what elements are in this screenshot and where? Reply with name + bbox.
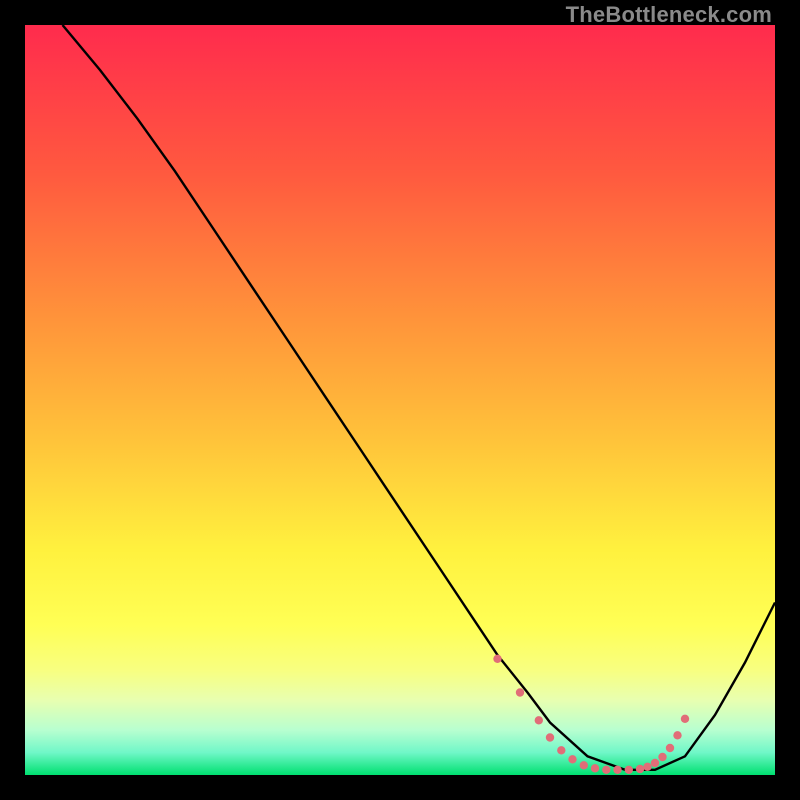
gradient-background <box>25 25 775 775</box>
flat-zone-dot <box>673 731 681 739</box>
flat-zone-dot <box>591 764 599 772</box>
flat-zone-dot <box>625 766 633 774</box>
flat-zone-dot <box>535 716 543 724</box>
bottleneck-chart <box>25 25 775 775</box>
flat-zone-dot <box>568 755 576 763</box>
chart-frame <box>25 25 775 775</box>
flat-zone-dot <box>546 733 554 741</box>
flat-zone-dot <box>681 715 689 723</box>
flat-zone-dot <box>493 655 501 663</box>
flat-zone-dot <box>666 744 674 752</box>
flat-zone-dot <box>643 763 651 771</box>
flat-zone-dot <box>651 759 659 767</box>
flat-zone-dot <box>636 765 644 773</box>
flat-zone-dot <box>613 766 621 774</box>
flat-zone-dot <box>516 688 524 696</box>
flat-zone-dot <box>580 761 588 769</box>
watermark-text: TheBottleneck.com <box>566 2 772 28</box>
flat-zone-dot <box>658 753 666 761</box>
flat-zone-dot <box>602 766 610 774</box>
flat-zone-dot <box>557 746 565 754</box>
